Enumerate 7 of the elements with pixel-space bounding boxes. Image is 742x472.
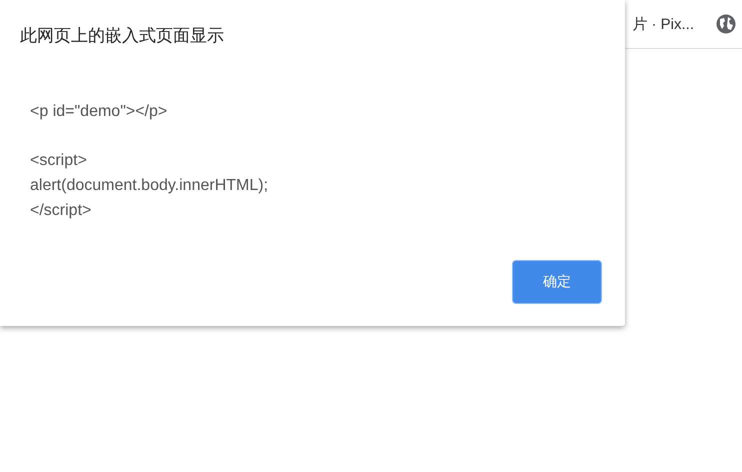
tab-title[interactable]: 片 · Pix... [632, 14, 694, 34]
globe-icon[interactable] [716, 14, 736, 34]
message-line: <p id="demo"></p> [30, 102, 168, 122]
dialog-title: 此网页上的嵌入式页面显示 [20, 25, 224, 47]
message-line: <script> [30, 151, 88, 171]
message-line: alert(document.body.innerHTML); [30, 176, 270, 196]
message-line: </script> [30, 201, 92, 221]
